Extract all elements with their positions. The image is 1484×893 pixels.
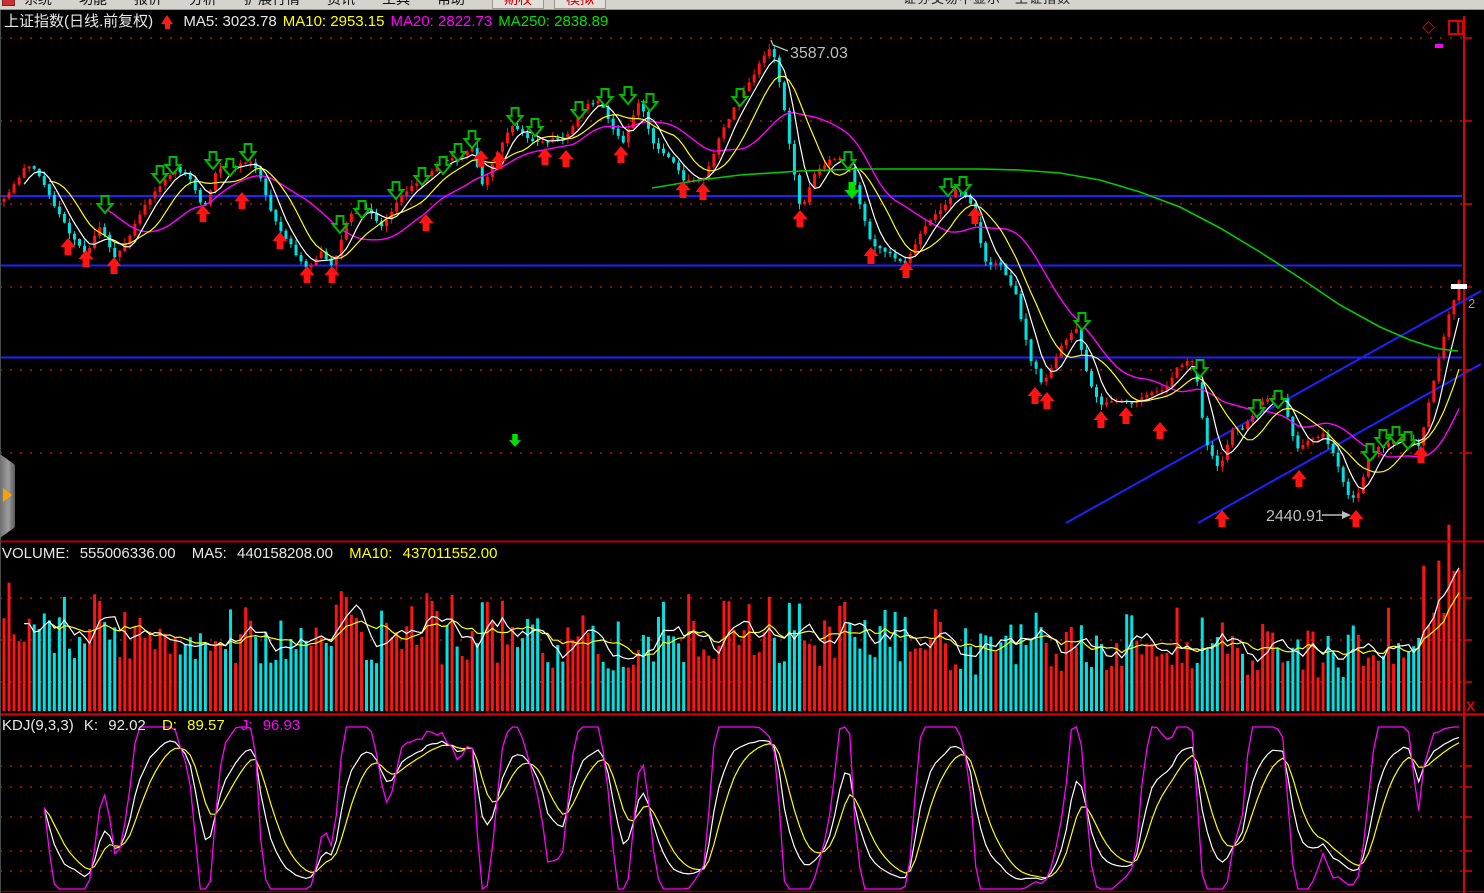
- main-chart-header: 上证指数(日线.前复权) MA5: 3023.78MA10: 2953.15MA…: [4, 10, 620, 31]
- volume-value: 555006336.00: [80, 545, 176, 562]
- volume-label: VOLUME:: [2, 545, 70, 562]
- magenta-marker: [1435, 44, 1443, 48]
- menu-item-3[interactable]: 分析: [189, 0, 217, 7]
- drawn-lines: [0, 196, 1481, 523]
- chart-title: 上证指数(日线.前复权): [4, 13, 153, 30]
- ma-legend-item-3: MA250: 2838.89: [498, 13, 608, 30]
- menu-item-2[interactable]: 报价: [134, 0, 162, 7]
- application-window: 3587.03 2440.91 系统 功能 报价 分析 扩展行情 资讯 工具 帮助 期权 模拟 证券…: [0, 0, 1484, 893]
- candlesticks: [3, 44, 1461, 503]
- menu-item-1[interactable]: 功能: [79, 0, 107, 7]
- expand-arrow-icon: [3, 488, 12, 502]
- menu-item-0[interactable]: 系统: [24, 0, 52, 7]
- menu-item-highlight-1[interactable]: 模拟: [554, 0, 606, 9]
- last-price-marker: [1451, 284, 1467, 289]
- ma-legend-item-1: MA10: 2953.15: [283, 13, 385, 30]
- kdj-k-value: 92.02: [108, 717, 146, 734]
- kdj-d-label: D:: [162, 717, 177, 734]
- window-title: 证券交易不显示 上证指数: [903, 0, 1071, 9]
- volume-ma10-line: [49, 593, 1459, 656]
- menu-item-highlight-0[interactable]: 期权: [492, 0, 544, 9]
- menu-item-6[interactable]: 工具: [382, 0, 410, 7]
- close-pane-icon[interactable]: X: [1466, 698, 1475, 714]
- red-up-arrow-icon: [161, 15, 173, 24]
- kdj-j-value: 96.93: [263, 717, 301, 734]
- clipped-price-label: 2: [1468, 296, 1482, 311]
- ma10-line: [49, 76, 1459, 472]
- volume-header: VOLUME: 555006336.00 MA5: 440158208.00 M…: [2, 545, 509, 562]
- low-annotation: 2440.91: [1266, 508, 1324, 525]
- menu-bar-inner: 系统 功能 报价 分析 扩展行情 资讯 工具 帮助 期权 模拟 证券交易不显示 上证指数: [0, 0, 1484, 9]
- kdj-d-value: 89.57: [187, 717, 225, 734]
- menu-item-7[interactable]: 帮助: [437, 0, 465, 7]
- high-annotation: 3587.03: [790, 45, 848, 62]
- ma-legend: MA5: 3023.78 MA10: 2953.15 MA20: 2822.73 MA…: [183, 13, 614, 30]
- window-split-icon[interactable]: [1448, 20, 1464, 35]
- kdj-header: KDJ(9,3,3) K: 92.02 D: 89.57 J: 96.93: [2, 717, 312, 734]
- menu-bar: 系统 功能 报价 分析 扩展行情 资讯 工具 帮助 期权 模拟 证券交易不显示 上证指数: [0, 0, 1484, 10]
- chart-canvas[interactable]: 3587.03 2440.91: [0, 0, 1484, 893]
- menu-items: 系统 功能 报价 分析 扩展行情 资讯 工具 帮助 期权 模拟: [24, 0, 616, 9]
- volume-ma5-value: 440158208.00: [237, 545, 333, 562]
- ma-legend-item-0: MA5: 3023.78: [183, 13, 276, 30]
- menu-item-5[interactable]: 资讯: [327, 0, 355, 7]
- menu-item-4[interactable]: 扩展行情: [244, 0, 300, 7]
- kdj-label: KDJ(9,3,3): [2, 717, 74, 734]
- panel-expand-tab[interactable]: [0, 454, 15, 538]
- diamond-icon[interactable]: ◇: [1422, 17, 1435, 37]
- pane-frame: [0, 10, 1484, 893]
- volume-ma5-label: MA5:: [192, 545, 227, 562]
- app-icon[interactable]: [2, 0, 15, 6]
- volume-ma10-label: MA10:: [349, 545, 392, 562]
- volume-ma10-value: 437011552.00: [403, 545, 498, 562]
- kdj-lines: [44, 727, 1459, 889]
- kdj-k-label: K:: [84, 717, 98, 734]
- ma-legend-item-2: MA20: 2822.73: [391, 13, 493, 30]
- kdj-j-label: J:: [241, 717, 253, 734]
